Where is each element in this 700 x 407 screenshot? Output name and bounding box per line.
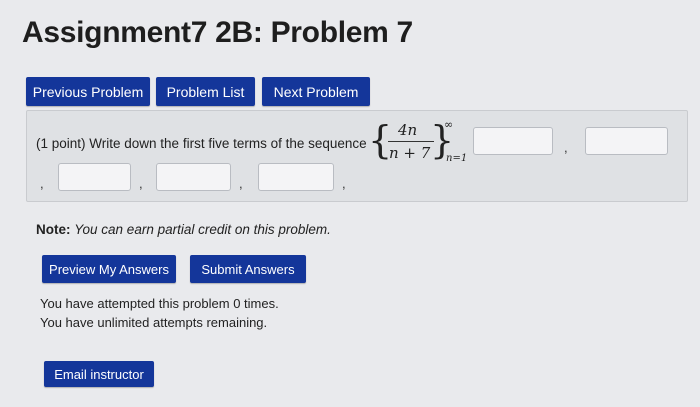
answer-input-3[interactable] (58, 163, 131, 191)
separator-comma: , (239, 176, 243, 191)
note-label: Note: (36, 222, 71, 237)
sequence-lower-limit: n=1 (446, 153, 468, 164)
sequence-numerator: 4n (398, 121, 418, 139)
separator-comma: , (564, 140, 568, 155)
sequence-formula: { 4n n + 7 } ∞ n=1 (368, 118, 468, 168)
fraction-bar (388, 141, 434, 142)
next-problem-button[interactable]: Next Problem (262, 77, 370, 106)
page-title: Assignment7 2B: Problem 7 (22, 16, 413, 49)
answer-input-1[interactable] (473, 127, 553, 155)
previous-problem-button[interactable]: Previous Problem (26, 77, 150, 106)
separator-comma: , (342, 176, 346, 191)
problem-list-button[interactable]: Problem List (156, 77, 255, 106)
note-text: You can earn partial credit on this prob… (74, 222, 331, 237)
partial-credit-note: Note: You can earn partial credit on thi… (36, 222, 331, 237)
remaining-status: You have unlimited attempts remaining. (40, 315, 268, 330)
email-instructor-button[interactable]: Email instructor (44, 361, 154, 387)
preview-answers-button[interactable]: Preview My Answers (42, 255, 176, 283)
separator-comma: , (40, 176, 44, 191)
sequence-upper-limit: ∞ (444, 118, 454, 131)
separator-comma: , (139, 176, 143, 191)
sequence-denominator: n + 7 (389, 144, 431, 162)
submit-answers-button[interactable]: Submit Answers (190, 255, 306, 283)
problem-prompt: (1 point) Write down the first five term… (36, 136, 367, 151)
answer-input-4[interactable] (156, 163, 231, 191)
attempts-status: You have attempted this problem 0 times. (40, 296, 279, 311)
answer-input-2[interactable] (585, 127, 668, 155)
answer-input-5[interactable] (258, 163, 334, 191)
